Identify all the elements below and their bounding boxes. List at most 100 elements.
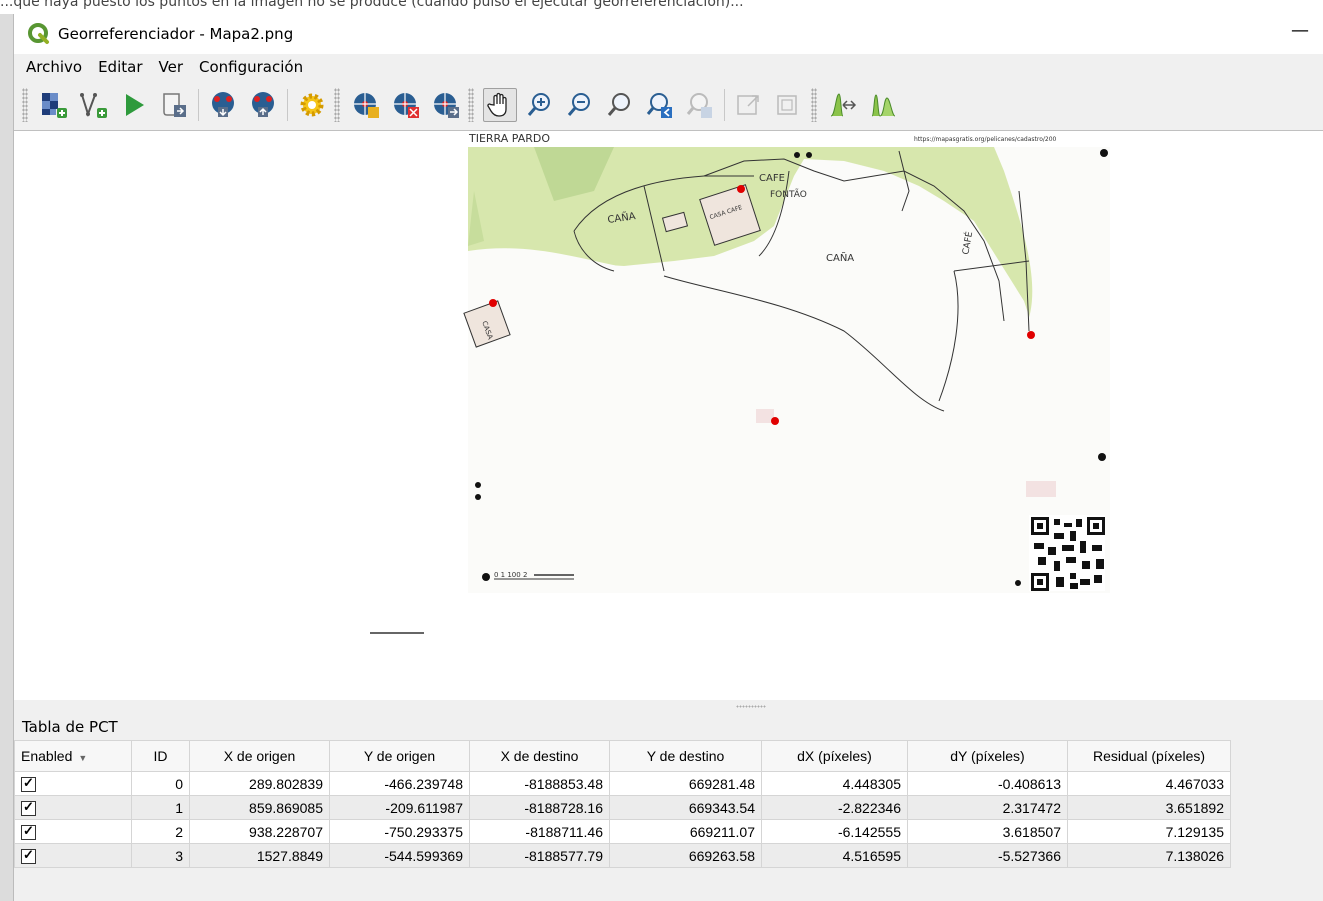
x-origen-cell[interactable]: 1527.8849 [189, 843, 330, 868]
minimize-button[interactable]: — [1291, 20, 1309, 41]
enabled-checkbox[interactable] [21, 847, 36, 864]
toolbar-separator [724, 89, 725, 121]
load-gcp-points-icon [212, 92, 234, 117]
title-bar: Georreferenciador - Mapa2.png — [14, 14, 1323, 54]
column-header-residual[interactable]: Residual (píxeles) [1067, 740, 1231, 772]
x-origen-cell[interactable]: 938.228707 [189, 819, 330, 844]
id-cell[interactable]: 3 [131, 843, 190, 868]
georeferencer-map-canvas[interactable]: TIERRA PARDO https://mapasgratis.org/pel… [14, 130, 1323, 701]
generate-gdal-script-icon [163, 93, 186, 117]
enabled-cell[interactable] [14, 843, 132, 868]
georeferencer-window: Georreferenciador - Mapa2.png — Archivo … [14, 14, 1323, 901]
x-destino-cell[interactable]: -8188711.46 [469, 819, 610, 844]
column-header-x-destino[interactable]: X de destino [469, 740, 610, 772]
raster-map-image: TIERRA PARDO https://mapasgratis.org/pel… [370, 131, 1110, 634]
add-point-vector-icon [80, 93, 107, 118]
pan-button[interactable] [483, 88, 517, 122]
enabled-checkbox[interactable] [21, 775, 36, 792]
menu-archivo[interactable]: Archivo [18, 56, 90, 78]
id-cell[interactable]: 2 [131, 819, 190, 844]
x-destino-cell[interactable]: -8188853.48 [469, 771, 610, 796]
toolbar-grip[interactable] [334, 88, 340, 122]
toolbar-grip[interactable] [468, 88, 474, 122]
y-destino-cell[interactable]: 669281.48 [609, 771, 762, 796]
zoom-to-layer-button[interactable] [603, 88, 637, 122]
transformation-settings-icon [300, 93, 324, 117]
enabled-checkbox[interactable] [21, 823, 36, 840]
menu-configuracion[interactable]: Configuración [191, 56, 311, 78]
gcp-table: Enabled ▼ ID X de origen Y de origen X de… [14, 740, 1231, 868]
enabled-cell[interactable] [14, 819, 132, 844]
y-destino-cell[interactable]: 669263.58 [609, 843, 762, 868]
x-destino-cell[interactable]: -8188728.16 [469, 795, 610, 820]
menu-bar: Archivo Editar Ver Configuración [14, 54, 1323, 80]
column-header-dx[interactable]: dX (píxeles) [761, 740, 908, 772]
load-gcp-points-button[interactable] [206, 88, 240, 122]
y-origen-cell[interactable]: -466.239748 [329, 771, 470, 796]
enabled-cell[interactable] [14, 771, 132, 796]
delete-point-button[interactable] [389, 88, 423, 122]
full-histogram-stretch-button[interactable] [826, 88, 860, 122]
gcp-table-header: Enabled ▼ ID X de origen Y de origen X de… [14, 740, 1231, 772]
start-georeferencing-button[interactable] [117, 88, 151, 122]
map-label-top-left: TIERRA PARDO [468, 132, 550, 145]
column-header-id[interactable]: ID [131, 740, 190, 772]
zoom-last-button[interactable] [643, 88, 677, 122]
y-origen-cell[interactable]: -750.293375 [329, 819, 470, 844]
add-point-button[interactable] [349, 88, 383, 122]
x-origen-cell[interactable]: 289.802839 [189, 771, 330, 796]
save-gcp-points-icon [252, 92, 274, 117]
residual-cell: 3.651892 [1067, 795, 1231, 820]
y-origen-cell[interactable]: -209.611987 [329, 795, 470, 820]
enabled-checkbox[interactable] [21, 799, 36, 816]
toolbar-grip[interactable] [22, 88, 28, 122]
id-cell[interactable]: 1 [131, 795, 190, 820]
x-destino-cell[interactable]: -8188577.79 [469, 843, 610, 868]
zoom-in-icon [527, 93, 550, 116]
transformation-settings-button[interactable] [295, 88, 329, 122]
table-row[interactable]: 1 859.869085 -209.611987 -8188728.16 669… [14, 795, 1231, 820]
enabled-cell[interactable] [14, 795, 132, 820]
local-histogram-stretch-button[interactable] [866, 88, 900, 122]
zoom-out-button[interactable] [563, 88, 597, 122]
link-georeferencer-to-qgis-button[interactable] [732, 88, 766, 122]
link-georeferencer-to-qgis-icon [737, 95, 759, 115]
dy-cell: 2.317472 [907, 795, 1068, 820]
y-destino-cell[interactable]: 669211.07 [609, 819, 762, 844]
menu-editar[interactable]: Editar [90, 56, 150, 78]
move-gcp-point-button[interactable] [429, 88, 463, 122]
y-origen-cell[interactable]: -544.599369 [329, 843, 470, 868]
table-row[interactable]: 0 289.802839 -466.239748 -8188853.48 669… [14, 771, 1231, 796]
column-header-dy[interactable]: dY (píxeles) [907, 740, 1068, 772]
add-point-vector-button[interactable] [77, 88, 111, 122]
dx-cell: 4.448305 [761, 771, 908, 796]
zoom-in-button[interactable] [523, 88, 557, 122]
map-label-cana-2: CAÑA [826, 251, 854, 264]
add-raster-icon [42, 93, 67, 118]
window-title: Georreferenciador - Mapa2.png [58, 25, 294, 43]
dy-cell: -5.527366 [907, 843, 1068, 868]
link-qgis-to-georeferencer-button[interactable] [772, 88, 806, 122]
table-row[interactable]: 3 1527.8849 -544.599369 -8188577.79 6692… [14, 843, 1231, 868]
column-header-y-origen[interactable]: Y de origen [329, 740, 470, 772]
menu-ver[interactable]: Ver [151, 56, 192, 78]
panel-splitter[interactable] [14, 700, 1323, 714]
dx-cell: 4.516595 [761, 843, 908, 868]
x-origen-cell[interactable]: 859.869085 [189, 795, 330, 820]
residual-cell: 7.138026 [1067, 843, 1231, 868]
id-cell[interactable]: 0 [131, 771, 190, 796]
table-row[interactable]: 2 938.228707 -750.293375 -8188711.46 669… [14, 819, 1231, 844]
dx-cell: -6.142555 [761, 819, 908, 844]
gcp-table-panel: Tabla de PCT Enabled ▼ ID X de origen Y d… [14, 714, 1323, 901]
toolbar-grip[interactable] [811, 88, 817, 122]
column-header-x-origen[interactable]: X de origen [189, 740, 330, 772]
toolbar [14, 80, 1323, 131]
map-label-cafe: CAFE [759, 173, 785, 184]
add-raster-button[interactable] [37, 88, 71, 122]
column-header-y-destino[interactable]: Y de destino [609, 740, 762, 772]
save-gcp-points-button[interactable] [246, 88, 280, 122]
column-header-enabled[interactable]: Enabled ▼ [14, 740, 132, 772]
zoom-next-button[interactable] [683, 88, 717, 122]
y-destino-cell[interactable]: 669343.54 [609, 795, 762, 820]
generate-gdal-script-button[interactable] [157, 88, 191, 122]
